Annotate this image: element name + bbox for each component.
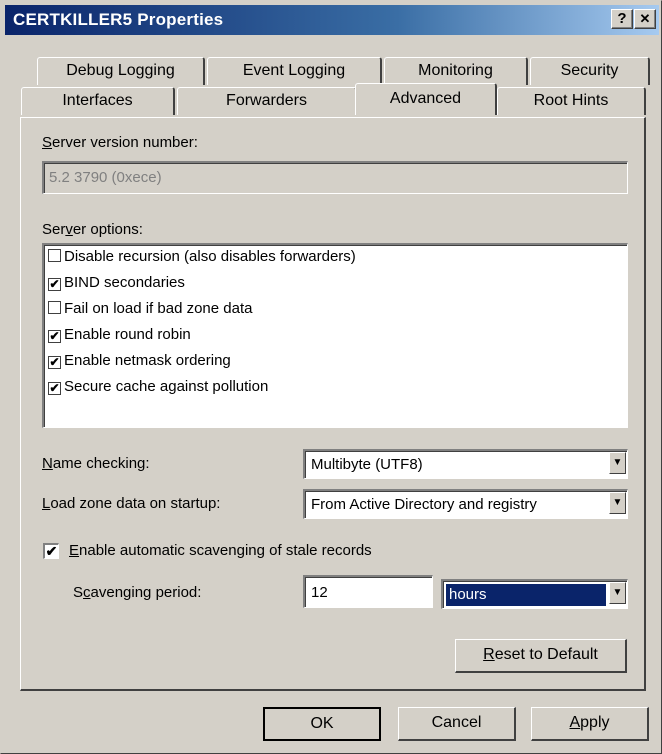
title-bar[interactable]: CERTKILLER5 Properties ? ✕ xyxy=(5,5,659,35)
tab-forwarders[interactable]: Forwarders xyxy=(177,87,357,115)
option-netmask-ordering[interactable]: ✔ Enable netmask ordering xyxy=(48,352,231,376)
cancel-button[interactable]: Cancel xyxy=(398,707,516,741)
option-fail-on-load[interactable]: Fail on load if bad zone data xyxy=(48,300,252,324)
server-version-label: Server version number: xyxy=(42,134,198,151)
window-title: CERTKILLER5 Properties xyxy=(13,10,224,29)
checkbox-checked-icon[interactable]: ✔ xyxy=(48,356,61,369)
tab-security[interactable]: Security xyxy=(530,57,650,85)
apply-button[interactable]: Apply xyxy=(531,707,649,741)
server-version-value: 5.2 3790 (0xece) xyxy=(49,169,162,186)
ok-button[interactable]: OK xyxy=(263,707,381,741)
tab-event-logging[interactable]: Event Logging xyxy=(207,57,382,85)
checkbox-icon[interactable] xyxy=(48,301,61,314)
load-zone-label: Load zone data on startup: xyxy=(42,495,221,512)
chevron-down-icon[interactable]: ▼ xyxy=(609,582,626,604)
reset-to-default-button[interactable]: Reset to Default xyxy=(455,639,627,673)
enable-scavenging-label[interactable]: Enable automatic scavenging of stale rec… xyxy=(69,542,372,559)
chevron-down-icon[interactable]: ▼ xyxy=(609,492,626,514)
server-options-list[interactable]: Disable recursion (also disables forward… xyxy=(42,243,628,428)
scavenging-unit-value: hours xyxy=(449,586,487,603)
properties-dialog: CERTKILLER5 Properties ? ✕ Debug Logging… xyxy=(0,0,662,754)
load-zone-dropdown[interactable]: From Active Directory and registry ▼ xyxy=(303,489,628,519)
name-checking-dropdown[interactable]: Multibyte (UTF8) ▼ xyxy=(303,449,628,479)
checkbox-checked-icon[interactable]: ✔ xyxy=(48,330,61,343)
server-version-field: 5.2 3790 (0xece) xyxy=(42,161,628,194)
chevron-down-icon[interactable]: ▼ xyxy=(609,452,626,474)
enable-scavenging-checkbox[interactable]: ✔ xyxy=(43,543,59,559)
tab-monitoring[interactable]: Monitoring xyxy=(384,57,528,85)
server-options-label: Server options: xyxy=(42,221,143,238)
scavenging-period-label: Scavenging period: xyxy=(73,584,202,601)
scavenging-period-value: 12 xyxy=(311,584,328,601)
option-secure-cache[interactable]: ✔ Secure cache against pollution xyxy=(48,378,268,402)
name-checking-label: Name checking: xyxy=(42,455,150,472)
scavenging-unit-dropdown[interactable]: hours ▼ xyxy=(441,579,628,609)
help-button[interactable]: ? xyxy=(611,9,633,29)
tab-interfaces[interactable]: Interfaces xyxy=(21,87,175,115)
advanced-panel: Server version number: 5.2 3790 (0xece) … xyxy=(20,117,646,691)
checkbox-checked-icon[interactable]: ✔ xyxy=(48,382,61,395)
tab-advanced[interactable]: Advanced xyxy=(355,83,497,115)
option-disable-recursion[interactable]: Disable recursion (also disables forward… xyxy=(48,248,356,272)
checkbox-checked-icon[interactable]: ✔ xyxy=(48,278,61,291)
tab-debug-logging[interactable]: Debug Logging xyxy=(37,57,205,85)
option-round-robin[interactable]: ✔ Enable round robin xyxy=(48,326,191,350)
tab-root-hints[interactable]: Root Hints xyxy=(497,87,646,115)
close-button[interactable]: ✕ xyxy=(634,9,656,29)
option-bind-secondaries[interactable]: ✔ BIND secondaries xyxy=(48,274,185,298)
name-checking-value: Multibyte (UTF8) xyxy=(311,456,423,473)
load-zone-value: From Active Directory and registry xyxy=(311,496,537,513)
checkbox-icon[interactable] xyxy=(48,249,61,262)
scavenging-period-input[interactable]: 12 xyxy=(303,575,433,608)
